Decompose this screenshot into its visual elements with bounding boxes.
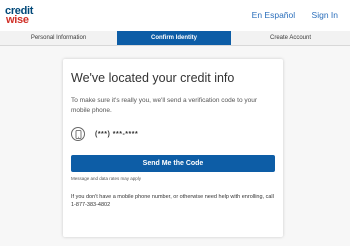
logo-line-2: wise <box>6 14 29 26</box>
step-confirm-identity: Confirm Identity <box>117 31 231 45</box>
top-header: credit wise En Español Sign In <box>0 0 350 31</box>
language-link[interactable]: En Español <box>252 10 295 20</box>
progress-steps: Personal Information Confirm Identity Cr… <box>0 31 350 46</box>
phone-row: (***) ***-**** <box>71 127 275 141</box>
card-description: To make sure it's really you, we'll send… <box>71 97 258 114</box>
card-title: We've located your credit info <box>71 71 235 85</box>
send-code-button[interactable]: Send Me the Code <box>71 155 275 172</box>
step-create-account: Create Account <box>269 35 312 41</box>
help-text: If you don't have a mobile phone number,… <box>71 194 274 208</box>
creditwise-logo[interactable]: credit wise <box>5 6 33 26</box>
verification-card: We've located your credit info To make s… <box>63 59 283 237</box>
rates-note: Message and data rates may apply <box>71 176 142 181</box>
header-links: En Español Sign In <box>238 10 338 20</box>
step-personal-information: Personal Information <box>30 35 87 41</box>
mobile-phone-icon <box>71 127 85 141</box>
masked-phone-number: (***) ***-**** <box>95 130 139 138</box>
sign-in-link[interactable]: Sign In <box>312 10 338 20</box>
